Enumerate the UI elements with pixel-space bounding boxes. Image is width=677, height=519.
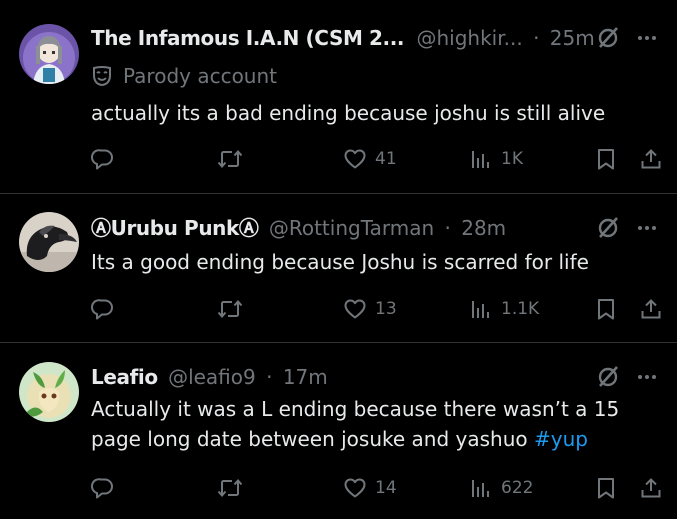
user-handle[interactable]: @RottingTarman [269,216,434,240]
reply-icon [91,147,115,171]
share-button[interactable] [639,473,663,503]
bookmark-button[interactable] [595,294,617,324]
views-icon [469,297,493,321]
heart-icon [343,297,367,321]
avatar[interactable] [19,24,79,84]
bookmark-button[interactable] [595,473,617,503]
reply-icon [91,476,115,500]
separator: · [266,365,273,389]
tweet-header: The Infamous I.A.N (CSM 2... @highkir...… [91,23,659,53]
like-button[interactable]: 41 [343,144,397,174]
like-count: 41 [375,149,397,169]
bookmark-icon [595,297,617,321]
share-button[interactable] [639,294,663,324]
retweet-icon [217,476,243,500]
tweet[interactable]: ⒶUrubu PunkⒶ @RottingTarman · 28m Its a … [0,194,677,342]
tweet-header: Leafio @leafio9 · 17m [91,362,659,392]
share-button[interactable] [639,144,663,174]
tweet-text-body: actually its a bad ending because joshu … [91,101,606,125]
reply-button[interactable] [91,294,115,324]
parody-label: Parody account [91,61,659,91]
retweet-button[interactable] [217,294,243,324]
retweet-icon [217,147,243,171]
bookmark-icon [595,476,617,500]
like-count: 13 [375,299,397,319]
tweet-text: Actually it was a L ending because there… [91,394,659,454]
avatar[interactable] [19,212,79,272]
tweet-header-actions [595,213,659,243]
retweet-button[interactable] [217,473,243,503]
retweet-button[interactable] [217,144,243,174]
share-icon [639,476,663,500]
mask-icon [91,65,113,87]
bookmark-icon [595,147,617,171]
tweet[interactable]: Leafio @leafio9 · 17m Actually it was a … [0,343,677,519]
more-icon[interactable] [635,26,659,50]
hashtag-link[interactable]: #yup [534,427,588,451]
retweet-icon [217,297,243,321]
tweet-actions: 14 622 [91,473,667,503]
heart-icon [343,476,367,500]
like-button[interactable]: 13 [343,294,397,324]
avatar[interactable] [19,362,79,422]
like-count: 14 [375,478,397,498]
views-count: 1K [501,149,523,169]
more-icon[interactable] [635,216,659,240]
separator: · [444,216,451,240]
reply-button[interactable] [91,144,115,174]
tweet-text: Its a good ending because Joshu is scarr… [91,247,659,277]
views-button[interactable]: 1K [469,144,523,174]
grok-icon[interactable] [595,364,621,390]
timestamp[interactable]: 17m [283,365,328,389]
tweet-header: ⒶUrubu PunkⒶ @RottingTarman · 28m [91,213,659,243]
timestamp[interactable]: 25m [550,26,595,50]
display-name[interactable]: ⒶUrubu PunkⒶ [91,216,259,240]
like-button[interactable]: 14 [343,473,397,503]
views-count: 622 [501,478,534,498]
parody-label-text: Parody account [123,64,278,88]
display-name[interactable]: The Infamous I.A.N (CSM 2... [91,26,405,50]
views-count: 1.1K [501,299,540,319]
views-button[interactable]: 1.1K [469,294,539,324]
views-icon [469,476,493,500]
views-button[interactable]: 622 [469,473,533,503]
reply-feed: The Infamous I.A.N (CSM 2... @highkir...… [0,0,677,519]
reply-button[interactable] [91,473,115,503]
tweet-text: actually its a bad ending because joshu … [91,98,659,128]
tweet-text-body: Its a good ending because Joshu is scarr… [91,250,589,274]
tweet-header-actions [595,23,659,53]
tweet-actions: 41 1K [91,144,667,174]
user-handle[interactable]: @highkir... [417,26,523,50]
heart-icon [343,147,367,171]
share-icon [639,297,663,321]
bookmark-button[interactable] [595,144,617,174]
timestamp[interactable]: 28m [461,216,506,240]
tweet-header-actions [595,362,659,392]
grok-icon[interactable] [595,25,621,51]
grok-icon[interactable] [595,215,621,241]
more-icon[interactable] [635,365,659,389]
tweet-actions: 13 1.1K [91,294,667,324]
tweet[interactable]: The Infamous I.A.N (CSM 2... @highkir...… [0,0,677,193]
views-icon [469,147,493,171]
user-handle[interactable]: @leafio9 [168,365,256,389]
separator: · [533,26,540,50]
display-name[interactable]: Leafio [91,365,158,389]
reply-icon [91,297,115,321]
share-icon [639,147,663,171]
